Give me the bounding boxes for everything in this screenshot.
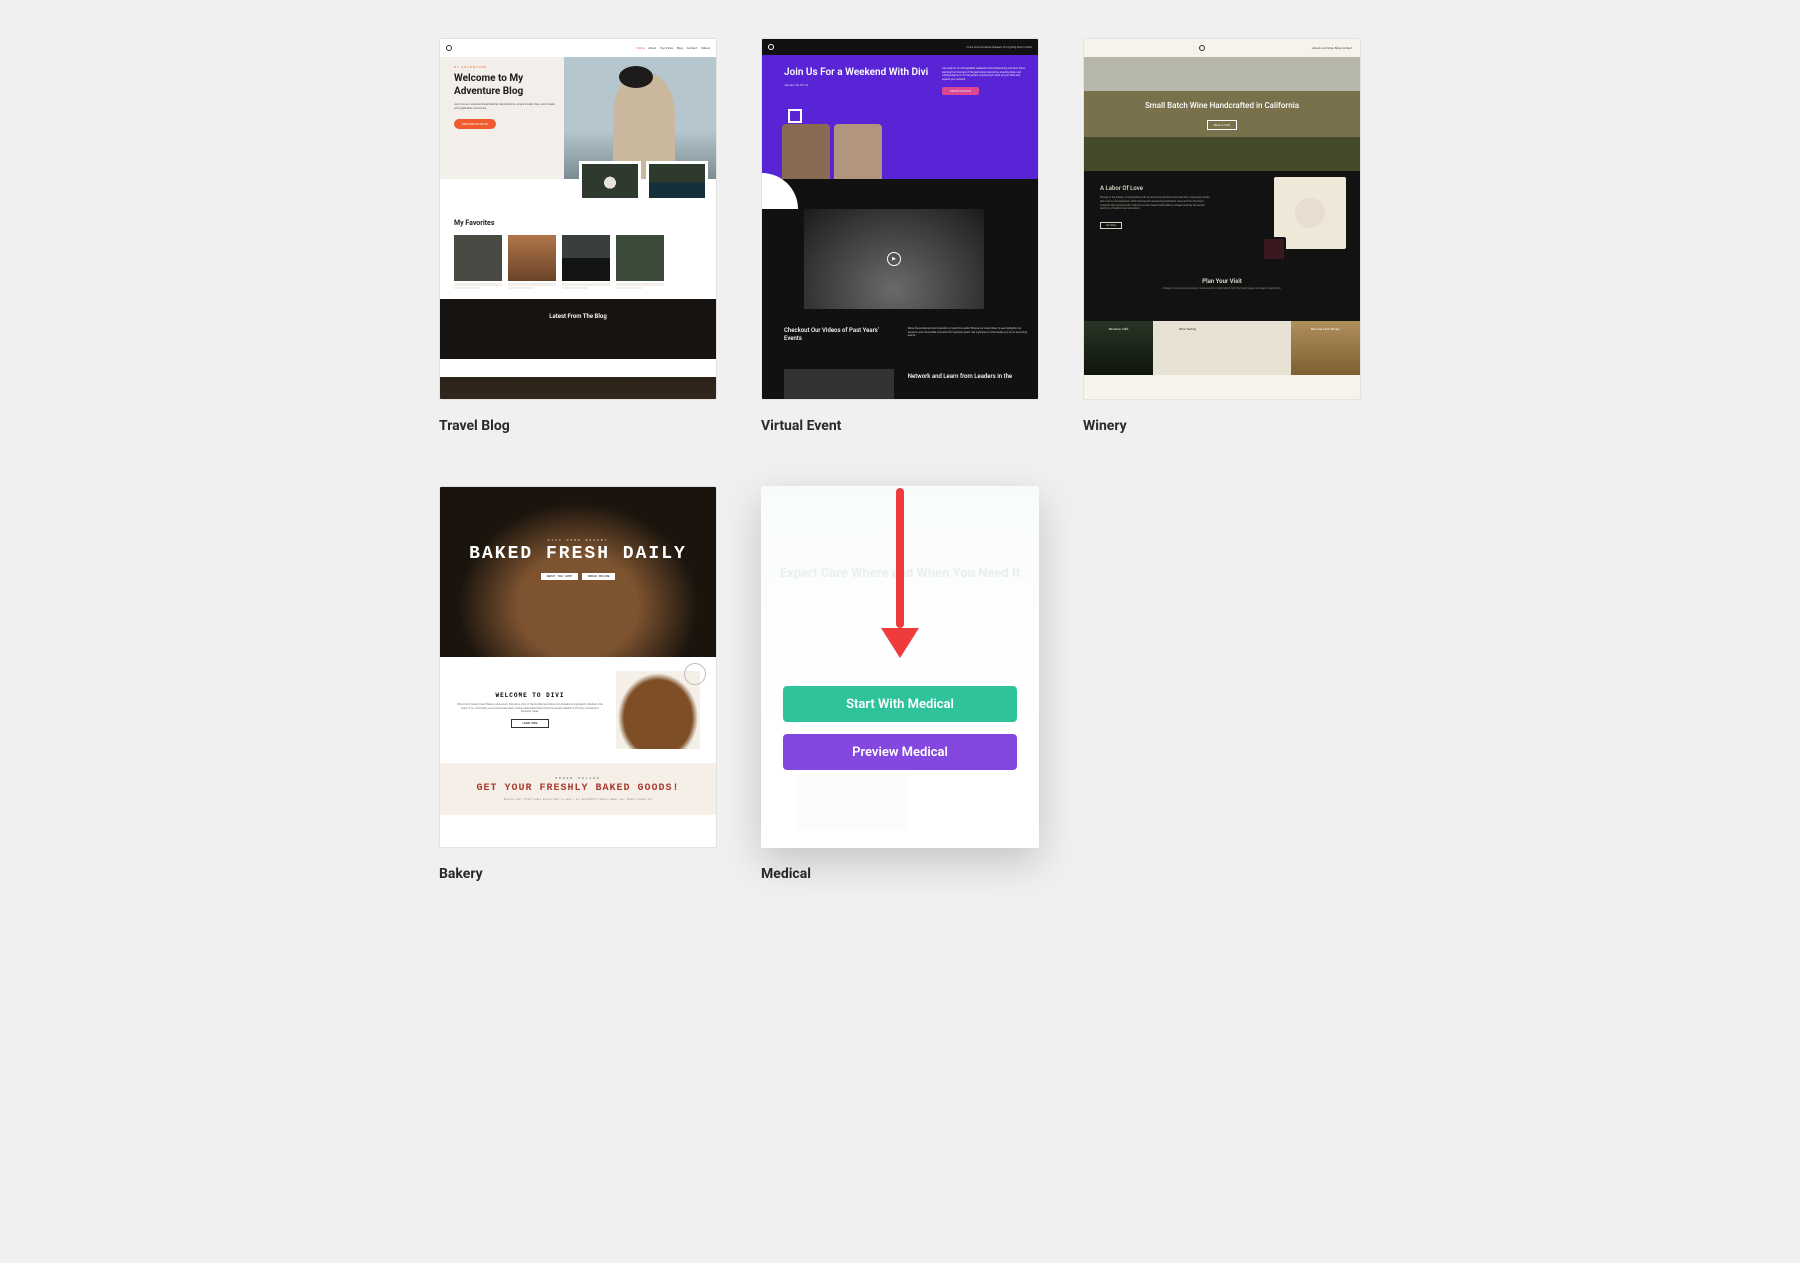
order-preheading: ORDER ONLINE bbox=[470, 777, 686, 780]
labor-cta: Our Story bbox=[1100, 222, 1122, 229]
register-button: REGISTER NOW bbox=[942, 87, 979, 95]
videos-copy: Relive the excitement and inspiration of… bbox=[908, 327, 1028, 343]
divi-logo-icon bbox=[1199, 45, 1205, 51]
hero-image: DIVI HOME BAKERY BAKED FRESH DAILY ABOUT… bbox=[440, 487, 716, 657]
plan-heading: Plan Your Visit bbox=[1100, 278, 1344, 285]
template-caption: Winery bbox=[1083, 418, 1361, 434]
template-card-medical: Expert Care Where and When You Need It P… bbox=[761, 486, 1039, 882]
template-thumb-travel-blog[interactable]: Home About Top Picks Blog Contact Videos… bbox=[439, 38, 717, 400]
template-card-virtual-event: Home About Schedule Speakers Pricing Blo… bbox=[761, 38, 1039, 434]
template-caption: Medical bbox=[761, 866, 1039, 882]
template-caption: Virtual Event bbox=[761, 418, 1039, 434]
favorites-heading: My Favorites bbox=[454, 219, 702, 227]
template-card-travel-blog: Home About Top Picks Blog Contact Videos… bbox=[439, 38, 717, 434]
thumb-nav: Home About Top Picks Blog Contact Videos bbox=[440, 39, 716, 57]
template-card-winery: About Join Shop Blog Contact Small Batch… bbox=[1083, 38, 1361, 434]
thumb-nav: Home About Schedule Speakers Pricing Blo… bbox=[762, 39, 1038, 55]
play-icon: ▶ bbox=[887, 252, 901, 266]
network-heading: Network and Learn from Leaders in the bbox=[908, 369, 1028, 400]
hero-image: Small Batch Wine Handcrafted in Californ… bbox=[1084, 57, 1360, 171]
hero-preheading: DIVI HOME BAKERY bbox=[440, 487, 716, 542]
hero-btn-1: ABOUT THE CAMP bbox=[541, 573, 578, 580]
hero-heading: Small Batch Wine Handcrafted in Californ… bbox=[1084, 57, 1360, 111]
bread-image bbox=[616, 671, 700, 749]
template-grid: Home About Top Picks Blog Contact Videos… bbox=[200, 38, 1600, 882]
template-thumb-medical[interactable]: Expert Care Where and When You Need It P… bbox=[761, 486, 1039, 848]
template-caption: Travel Blog bbox=[439, 418, 717, 434]
template-caption: Bakery bbox=[439, 866, 717, 882]
welcome-heading: WELCOME TO DIVI bbox=[456, 692, 604, 699]
hero-cta: EXPLORE MY BLOG bbox=[454, 119, 496, 129]
hero-cta: Book A Visit bbox=[1207, 120, 1237, 130]
favorites-row bbox=[454, 235, 702, 289]
template-card-bakery: DIVI HOME BAKERY BAKED FRESH DAILY ABOUT… bbox=[439, 486, 717, 882]
order-heading: GET YOUR FRESHLY BAKED GOODS! bbox=[470, 783, 686, 795]
square-accent-icon bbox=[788, 109, 802, 123]
hero-people-image bbox=[782, 124, 882, 179]
latest-blog-image bbox=[440, 377, 716, 400]
plan-copy: Indulge in our exclusive premium wine se… bbox=[1100, 287, 1344, 290]
order-copy: Reserve your fresh treats before they're… bbox=[470, 798, 686, 801]
thumb-nav: About Join Shop Blog Contact bbox=[1084, 39, 1360, 57]
start-with-button[interactable]: Start With Medical bbox=[783, 686, 1017, 722]
preheading: #1 ADVENTURE bbox=[454, 65, 564, 69]
visit-tiles: We Grow, Craft Wine Tasting Become a Div… bbox=[1084, 321, 1360, 375]
hero-heading: Welcome to My Adventure Blog bbox=[454, 73, 564, 98]
hero-btn-2: ORDER ONLINE bbox=[582, 573, 616, 580]
hover-overlay: Start With Medical Preview Medical bbox=[761, 486, 1039, 848]
video-thumbnail: ▶ bbox=[804, 209, 984, 309]
divi-logo-icon bbox=[768, 44, 774, 50]
latest-blog-heading: Latest From The Blog bbox=[440, 299, 716, 359]
hero-gallery bbox=[579, 161, 708, 201]
videos-heading: Checkout Our Videos of Past Years' Event… bbox=[784, 327, 894, 343]
divi-logo-icon bbox=[446, 45, 452, 51]
hero-copy: Get ready for an unforgettable weekend a… bbox=[942, 67, 1028, 95]
welcome-copy: Welcome to Sweet Cream Bakery, where eve… bbox=[456, 703, 604, 714]
template-thumb-winery[interactable]: About Join Shop Blog Contact Small Batch… bbox=[1083, 38, 1361, 400]
welcome-cta: LEARN MORE bbox=[511, 719, 549, 728]
template-thumb-bakery[interactable]: DIVI HOME BAKERY BAKED FRESH DAILY ABOUT… bbox=[439, 486, 717, 848]
image-stack bbox=[1274, 177, 1346, 261]
hero-sub: Join me as I explore breathtaking destin… bbox=[454, 102, 564, 110]
hero-heading: BAKED FRESH DAILY bbox=[440, 544, 716, 565]
template-thumb-virtual-event[interactable]: Home About Schedule Speakers Pricing Blo… bbox=[761, 38, 1039, 400]
network-image bbox=[784, 369, 894, 400]
preview-button[interactable]: Preview Medical bbox=[783, 734, 1017, 770]
labor-copy: Emerge in the artistry of winemaking wit… bbox=[1100, 196, 1210, 211]
